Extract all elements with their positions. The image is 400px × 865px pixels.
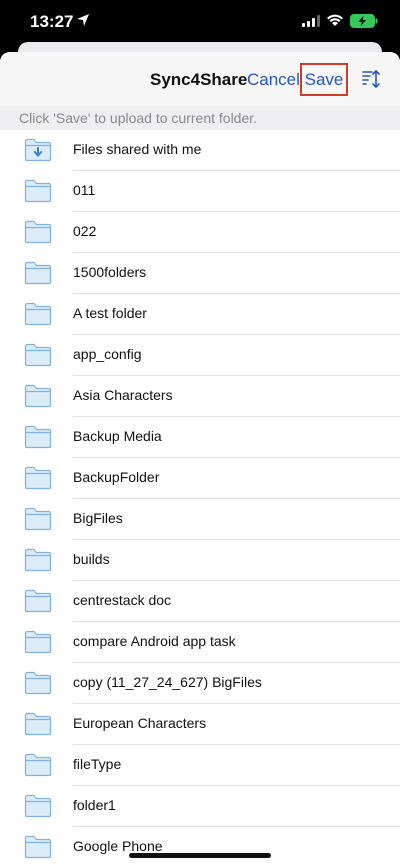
folder-row[interactable]: A test folder: [0, 294, 400, 335]
folder-name: 011: [73, 182, 96, 198]
folder-icon: [24, 712, 52, 736]
upload-hint: Click 'Save' to upload to current folder…: [0, 106, 400, 130]
folder-row[interactable]: 022: [0, 212, 400, 253]
folder-icon: [24, 589, 52, 613]
folder-row[interactable]: 011: [0, 171, 400, 212]
folder-icon: [24, 343, 52, 367]
battery-charging-icon: [350, 14, 378, 28]
folder-row[interactable]: BackupFolder: [0, 458, 400, 499]
folder-row[interactable]: European Characters: [0, 704, 400, 745]
folder-name: 1500folders: [73, 264, 147, 280]
folder-name: centrestack doc: [73, 592, 172, 608]
cancel-button[interactable]: Cancel: [247, 70, 300, 90]
status-bar: 13:27: [0, 0, 400, 44]
folder-icon: [24, 384, 52, 408]
folder-row[interactable]: builds: [0, 540, 400, 581]
folder-row[interactable]: Asia Characters: [0, 376, 400, 417]
status-time: 13:27: [30, 12, 74, 31]
location-arrow-icon: [77, 14, 89, 26]
folder-icon: [24, 753, 52, 777]
folder-row[interactable]: 1500folders: [0, 253, 400, 294]
cellular-signal-icon: [302, 15, 320, 27]
save-sheet: Sync4Share Cancel Save Click 'Save' to u…: [0, 52, 400, 865]
folder-icon: [24, 425, 52, 449]
folder-name: folder1: [73, 797, 116, 813]
folder-icon: [24, 794, 52, 818]
folder-list: Files shared with me 011 022 1500folders A t…: [0, 130, 400, 865]
folder-name: compare Android app task: [73, 633, 236, 649]
folder-icon: [24, 507, 52, 531]
folder-name: Google Phone: [73, 838, 163, 854]
folder-name: 022: [73, 223, 97, 239]
folder-icon: [24, 220, 52, 244]
folder-row[interactable]: BigFiles: [0, 499, 400, 540]
folder-row[interactable]: fileType: [0, 745, 400, 786]
folder-row[interactable]: Backup Media: [0, 417, 400, 458]
folder-name: European Characters: [73, 715, 207, 731]
folder-name: builds: [73, 551, 110, 567]
folder-name: BigFiles: [73, 510, 123, 526]
folder-icon: [24, 179, 52, 203]
folder-row[interactable]: Google Phone: [0, 827, 400, 865]
folder-row[interactable]: copy (11_27_24_627) BigFiles: [0, 663, 400, 704]
folder-name: Backup Media: [73, 428, 162, 444]
folder-name: fileType: [73, 756, 122, 772]
folder-name: copy (11_27_24_627) BigFiles: [73, 674, 262, 690]
folder-icon: [24, 835, 52, 859]
home-indicator: [129, 853, 271, 858]
folder-name: Files shared with me: [73, 141, 202, 157]
folder-row[interactable]: folder1: [0, 786, 400, 827]
folder-row[interactable]: Files shared with me: [0, 130, 400, 171]
folder-icon: [24, 302, 52, 326]
wifi-icon: [327, 14, 343, 26]
nav-title: Sync4Share: [150, 70, 248, 89]
folder-name: A test folder: [73, 305, 147, 321]
folder-icon: [24, 630, 52, 654]
folder-row[interactable]: centrestack doc: [0, 581, 400, 622]
folder-name: app_config: [73, 346, 142, 362]
folder-icon: [24, 466, 52, 490]
folder-name: Asia Characters: [73, 387, 173, 403]
folder-icon: [24, 548, 52, 572]
save-button[interactable]: Save: [300, 63, 348, 96]
navigation-bar: Sync4Share Cancel Save: [0, 52, 400, 106]
folder-row[interactable]: compare Android app task: [0, 622, 400, 663]
folder-row[interactable]: app_config: [0, 335, 400, 376]
sort-icon[interactable]: [361, 68, 383, 90]
folder-icon: [24, 671, 52, 695]
folder-icon: [24, 261, 52, 285]
folder-name: BackupFolder: [73, 469, 160, 485]
shared-folder-icon: [24, 138, 52, 162]
